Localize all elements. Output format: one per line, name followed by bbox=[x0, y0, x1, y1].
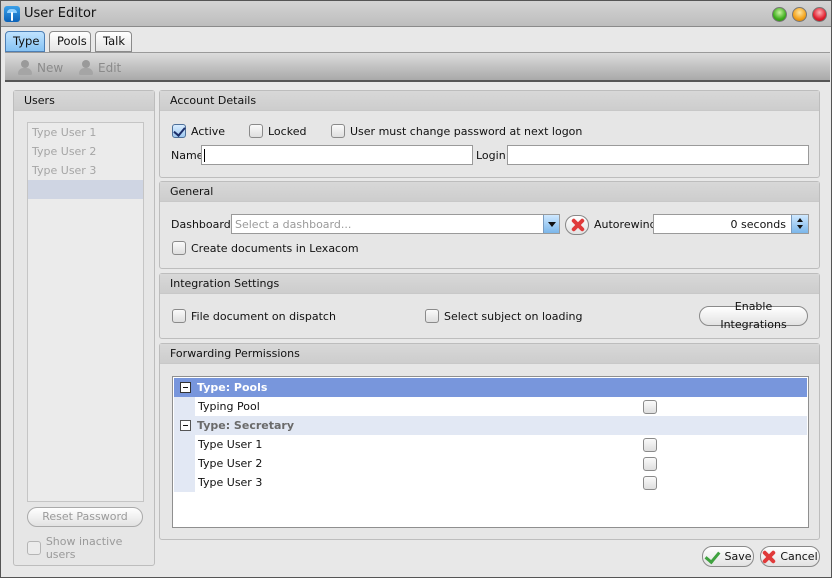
tab-talk[interactable]: Talk bbox=[95, 31, 132, 52]
checkbox-box[interactable] bbox=[425, 309, 439, 323]
user-list-item[interactable]: Type User 2 bbox=[28, 142, 143, 161]
users-list[interactable]: Type User 1 Type User 2 Type User 3 bbox=[27, 122, 144, 502]
name-input[interactable] bbox=[201, 145, 473, 165]
tree-group-pools[interactable]: Type: Pools bbox=[174, 378, 807, 397]
login-input[interactable] bbox=[507, 145, 809, 165]
forward-checkbox[interactable] bbox=[643, 438, 657, 452]
forward-checkbox[interactable] bbox=[643, 457, 657, 471]
maximize-button[interactable] bbox=[792, 7, 807, 22]
tree-group-secretary[interactable]: Type: Secretary bbox=[174, 416, 807, 435]
collapse-icon[interactable] bbox=[180, 382, 191, 393]
forwarding-permissions-panel: Forwarding Permissions Type: Pools Typin… bbox=[159, 343, 820, 540]
window-title: User Editor bbox=[24, 6, 97, 21]
show-inactive-label: Show inactive users bbox=[45, 535, 123, 561]
checkbox-box[interactable] bbox=[249, 124, 263, 138]
user-list-item[interactable]: Type User 1 bbox=[28, 123, 143, 142]
account-details-title: Account Details bbox=[160, 91, 819, 111]
save-button[interactable]: Save bbox=[702, 546, 754, 567]
edit-label: Edit bbox=[98, 61, 122, 75]
collapse-icon[interactable] bbox=[180, 420, 191, 431]
autorewind-spinner[interactable]: 0 seconds bbox=[653, 214, 809, 234]
checkbox-box[interactable] bbox=[172, 124, 186, 138]
edit-user-icon bbox=[79, 60, 93, 76]
integration-settings-panel: Integration Settings File document on di… bbox=[159, 273, 820, 339]
title-bar[interactable]: User Editor bbox=[1, 1, 831, 27]
autorewind-label: Autorewind bbox=[594, 218, 657, 231]
tree-row[interactable]: Typing Pool bbox=[174, 397, 807, 416]
tree-row[interactable]: Type User 1 bbox=[174, 435, 807, 454]
new-label: New bbox=[37, 61, 64, 75]
show-inactive-users-checkbox[interactable]: Show inactive users bbox=[27, 535, 154, 561]
users-panel: Users Type User 1 Type User 2 Type User … bbox=[13, 90, 155, 566]
edit-button[interactable]: Edit bbox=[79, 59, 121, 77]
checkmark-icon bbox=[704, 550, 720, 564]
tab-pools[interactable]: Pools bbox=[49, 31, 91, 52]
login-label: Login bbox=[476, 149, 506, 162]
checkbox-box[interactable] bbox=[172, 309, 186, 323]
group-label: Type: Secretary bbox=[197, 419, 294, 432]
active-label: Active bbox=[191, 124, 226, 138]
file-document-label: File document on dispatch bbox=[191, 309, 336, 323]
tree-row-label: Type User 3 bbox=[198, 476, 263, 489]
integration-settings-title: Integration Settings bbox=[160, 274, 819, 294]
dashboard-label: Dashboard bbox=[171, 218, 231, 231]
create-documents-checkbox[interactable]: Create documents in Lexacom bbox=[172, 241, 359, 255]
forward-checkbox[interactable] bbox=[643, 476, 657, 490]
account-details-panel: Account Details Active Locked User must … bbox=[159, 90, 820, 178]
minimize-button[interactable] bbox=[772, 7, 787, 22]
general-panel: General Dashboard Select a dashboard... … bbox=[159, 181, 820, 269]
forward-checkbox[interactable] bbox=[643, 400, 657, 414]
dashboard-select[interactable]: Select a dashboard... bbox=[231, 214, 560, 234]
toolbar: New Edit bbox=[5, 52, 830, 82]
checkbox-box[interactable] bbox=[331, 124, 345, 138]
app-icon bbox=[4, 6, 20, 22]
active-checkbox[interactable]: Active bbox=[172, 124, 225, 138]
save-label: Save bbox=[724, 549, 752, 563]
new-button[interactable]: New bbox=[18, 59, 63, 77]
name-label: Name bbox=[171, 149, 204, 162]
cancel-label: Cancel bbox=[780, 549, 818, 563]
tree-row[interactable]: Type User 3 bbox=[174, 473, 807, 492]
chevron-down-icon[interactable] bbox=[543, 215, 559, 233]
spinner-arrows-icon[interactable] bbox=[791, 215, 808, 233]
general-title: General bbox=[160, 182, 819, 202]
user-editor-window: User Editor Type Pools Talk New Edit Use… bbox=[0, 0, 832, 578]
must-change-password-label: User must change password at next logon bbox=[350, 124, 583, 138]
forwarding-tree[interactable]: Type: Pools Typing Pool Type: Secretary … bbox=[172, 376, 809, 528]
create-documents-label: Create documents in Lexacom bbox=[191, 241, 359, 255]
file-document-checkbox[interactable]: File document on dispatch bbox=[172, 309, 336, 323]
select-subject-checkbox[interactable]: Select subject on loading bbox=[425, 309, 583, 323]
cancel-button[interactable]: Cancel bbox=[760, 546, 820, 567]
text-caret bbox=[204, 149, 205, 162]
reset-password-button[interactable]: Reset Password bbox=[27, 507, 143, 527]
locked-checkbox[interactable]: Locked bbox=[249, 124, 306, 138]
forwarding-permissions-title: Forwarding Permissions bbox=[160, 344, 819, 364]
autorewind-value: 0 seconds bbox=[730, 218, 786, 231]
locked-label: Locked bbox=[268, 124, 307, 138]
user-list-item-selected[interactable] bbox=[28, 180, 143, 199]
clear-dashboard-button[interactable] bbox=[565, 215, 589, 235]
tree-row-label: Typing Pool bbox=[198, 400, 260, 413]
add-user-icon bbox=[18, 60, 32, 76]
tree-row[interactable]: Type User 2 bbox=[174, 454, 807, 473]
must-change-password-checkbox[interactable]: User must change password at next logon bbox=[331, 124, 582, 138]
tree-row-label: Type User 2 bbox=[198, 457, 263, 470]
close-icon bbox=[571, 218, 585, 232]
tree-row-label: Type User 1 bbox=[198, 438, 263, 451]
close-button[interactable] bbox=[812, 7, 827, 22]
checkbox-box[interactable] bbox=[27, 541, 41, 555]
enable-integrations-button[interactable]: Enable Integrations bbox=[699, 300, 808, 331]
dashboard-placeholder: Select a dashboard... bbox=[235, 218, 352, 231]
users-panel-title: Users bbox=[14, 91, 154, 111]
select-subject-label: Select subject on loading bbox=[444, 309, 583, 323]
checkbox-box[interactable] bbox=[172, 241, 186, 255]
close-icon bbox=[762, 550, 776, 564]
tab-type[interactable]: Type bbox=[5, 31, 45, 52]
group-label: Type: Pools bbox=[197, 381, 268, 394]
user-list-item[interactable]: Type User 3 bbox=[28, 161, 143, 180]
